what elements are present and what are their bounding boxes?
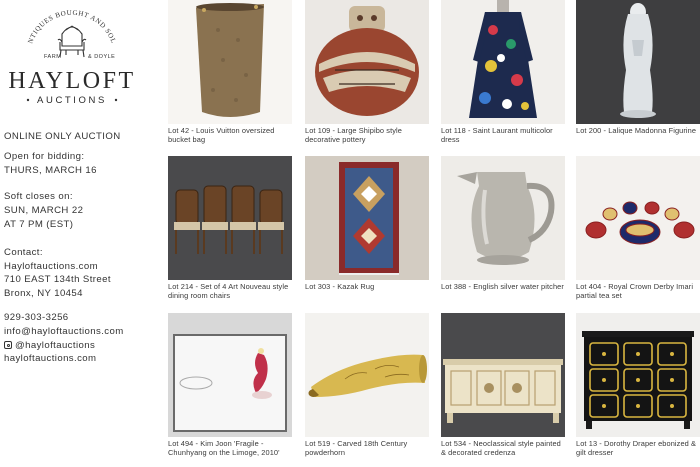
sculpture-icon xyxy=(168,313,292,437)
lot-caption[interactable]: Lot 13 - Dorothy Draper ebonized & gilt … xyxy=(576,439,700,457)
lot-caption[interactable]: Lot 534 - Neoclassical style painted & d… xyxy=(441,439,565,457)
lot-caption[interactable]: Lot 404 - Royal Crown Derby Imari partia… xyxy=(576,282,700,300)
figurine-icon xyxy=(576,0,700,124)
lot-photo[interactable] xyxy=(576,313,700,437)
lot-caption[interactable]: Lot 42 - Louis Vuitton oversized bucket … xyxy=(168,126,292,144)
lot-photo[interactable] xyxy=(168,0,292,124)
lot-photo[interactable] xyxy=(576,0,700,124)
rug-icon xyxy=(305,156,429,280)
lot-caption[interactable]: Lot 118 - Saint Laurant multicolor dress xyxy=(441,126,565,144)
dress-icon xyxy=(441,0,565,124)
lot-caption[interactable]: Lot 519 - Carved 18th Century powderhorn xyxy=(305,439,429,457)
lot-caption[interactable]: Lot 109 - Large Shipibo style decorative… xyxy=(305,126,429,144)
lot-card[interactable]: Lot 303 - Kazak Rug xyxy=(305,156,429,291)
pottery-icon xyxy=(305,0,429,124)
lot-caption[interactable]: Lot 214 - Set of 4 Art Nouveau style din… xyxy=(168,282,292,300)
lot-card[interactable]: Lot 214 - Set of 4 Art Nouveau style din… xyxy=(168,156,292,300)
lot-photo[interactable] xyxy=(576,156,700,280)
lot-card[interactable]: Lot 118 - Saint Laurant multicolor dress xyxy=(441,0,565,144)
lot-card[interactable]: Lot 42 - Louis Vuitton oversized bucket … xyxy=(168,0,292,144)
lot-card[interactable]: Lot 534 - Neoclassical style painted & d… xyxy=(441,313,565,457)
lot-card[interactable]: Lot 109 - Large Shipibo style decorative… xyxy=(305,0,429,144)
pitcher-icon xyxy=(441,156,565,280)
lot-photo[interactable] xyxy=(305,313,429,437)
lot-card[interactable]: Lot 200 - Lalique Madonna Figurine xyxy=(576,0,700,135)
lot-caption[interactable]: Lot 303 - Kazak Rug xyxy=(305,282,429,291)
lot-card[interactable]: Lot 519 - Carved 18th Century powderhorn xyxy=(305,313,429,457)
lot-card[interactable]: Lot 404 - Royal Crown Derby Imari partia… xyxy=(576,156,700,300)
bucket-bag-icon xyxy=(168,0,292,124)
lot-card[interactable]: Lot 13 - Dorothy Draper ebonized & gilt … xyxy=(576,313,700,457)
chairs-icon xyxy=(168,156,292,280)
lot-photo[interactable] xyxy=(305,0,429,124)
lot-photo[interactable] xyxy=(441,313,565,437)
lot-photo[interactable] xyxy=(441,156,565,280)
lot-photo[interactable] xyxy=(168,313,292,437)
lot-photo[interactable] xyxy=(441,0,565,124)
lot-photo[interactable] xyxy=(305,156,429,280)
lot-caption[interactable]: Lot 494 - Kim Joon 'Fragile -Chunhyang o… xyxy=(168,439,292,457)
lot-caption[interactable]: Lot 388 - English silver water pitcher xyxy=(441,282,565,291)
lot-grid: Lot 42 - Louis Vuitton oversized bucket … xyxy=(0,0,700,467)
lot-card[interactable]: Lot 494 - Kim Joon 'Fragile -Chunhyang o… xyxy=(168,313,292,457)
tea-set-icon xyxy=(576,156,700,280)
dresser-icon xyxy=(576,313,700,437)
credenza-icon xyxy=(441,313,565,437)
lot-photo[interactable] xyxy=(168,156,292,280)
powderhorn-icon xyxy=(305,313,429,437)
lot-caption[interactable]: Lot 200 - Lalique Madonna Figurine xyxy=(576,126,700,135)
lot-card[interactable]: Lot 388 - English silver water pitcher xyxy=(441,156,565,291)
